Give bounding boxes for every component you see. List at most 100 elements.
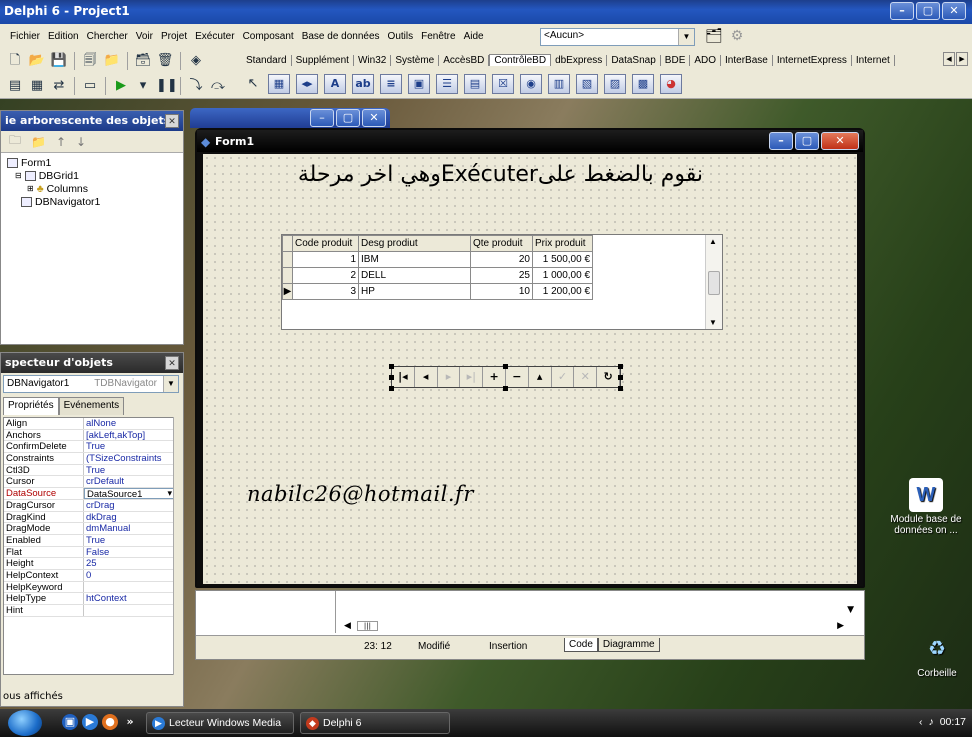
menu-composant[interactable]: Composant: [239, 31, 298, 42]
menu-executer[interactable]: Exécuter: [191, 31, 238, 42]
property-value[interactable]: alNone: [84, 418, 174, 429]
menu-fenetre[interactable]: Fenêtre: [417, 31, 459, 42]
property-row[interactable]: DragMode dmManual: [4, 523, 174, 535]
property-value[interactable]: dmManual: [84, 523, 174, 534]
dbedit-component-icon[interactable]: ab: [352, 74, 374, 94]
desktop-icon-module[interactable]: W Module base de données on ...: [882, 478, 970, 536]
cell-desg[interactable]: HP: [358, 283, 471, 300]
property-row[interactable]: DragCursor crDrag: [4, 499, 174, 512]
dbcombobox-component-icon[interactable]: ▤: [464, 74, 486, 94]
close-icon[interactable]: ✕: [165, 114, 179, 128]
menu-voir[interactable]: Voir: [132, 31, 157, 42]
cell-code[interactable]: 3: [292, 283, 359, 300]
property-row[interactable]: Align alNone: [4, 418, 174, 430]
property-row[interactable]: HelpType htContext: [4, 593, 174, 605]
firefox-icon[interactable]: ●: [102, 714, 118, 730]
property-value[interactable]: [84, 582, 174, 593]
tree-node-dbnavigator1[interactable]: DBNavigator1: [7, 195, 177, 208]
grid-header-qte[interactable]: Qte produit: [470, 235, 533, 252]
nav-post-button[interactable]: ✓: [552, 367, 575, 387]
property-row[interactable]: Anchors [akLeft,akTop]: [4, 429, 174, 442]
tab-code[interactable]: Code: [564, 638, 598, 652]
cell-code[interactable]: 1: [292, 251, 359, 268]
maximize-button[interactable]: ▢: [336, 109, 360, 127]
more-quicklaunch-icon[interactable]: »: [122, 714, 138, 730]
delete-icon[interactable]: 🗀: [9, 131, 21, 152]
property-row[interactable]: HelpContext 0: [4, 569, 174, 582]
pause-icon[interactable]: ❚❚: [156, 77, 178, 95]
tab-bde[interactable]: BDE: [661, 54, 691, 66]
selection-handle[interactable]: [618, 375, 623, 380]
cell-desg[interactable]: DELL: [358, 267, 471, 284]
tab-datasnap[interactable]: DataSnap: [607, 54, 661, 66]
property-value[interactable]: DataSource1: [84, 488, 174, 499]
expand-icon[interactable]: ⊞: [27, 184, 34, 193]
property-value[interactable]: dkDrag: [84, 512, 174, 523]
view-form-icon[interactable]: ▦: [28, 77, 46, 95]
property-row[interactable]: Constraints (TSizeConstraints: [4, 453, 174, 465]
add-item-icon[interactable]: 📁: [31, 135, 46, 149]
step-over-icon[interactable]: ⤼: [209, 77, 227, 95]
chevron-down-icon[interactable]: ▼: [163, 376, 178, 392]
nav-refresh-button[interactable]: ↻: [597, 367, 620, 387]
chevron-down-icon[interactable]: ▼: [678, 29, 694, 45]
desktop-icon-recycle-bin[interactable]: ♻ Corbeille: [906, 632, 968, 679]
tab-scroll-right-icon[interactable]: ▶: [956, 52, 968, 66]
clock[interactable]: 00:17: [940, 716, 966, 728]
cell-desg[interactable]: IBM: [358, 251, 471, 268]
dbnavigator-component-icon[interactable]: ◂▸: [296, 74, 318, 94]
new-form-icon[interactable]: ▭: [81, 77, 99, 95]
tab-dbexpress[interactable]: dbExpress: [551, 54, 608, 66]
run-dropdown-icon[interactable]: ▾: [134, 77, 152, 95]
scroll-thumb[interactable]: [708, 271, 720, 295]
save-all-icon[interactable]: 🗐: [81, 52, 99, 70]
scroll-left-icon[interactable]: ◀: [344, 621, 351, 631]
cell-qte[interactable]: 20: [470, 251, 533, 268]
nav-first-button[interactable]: |◂: [392, 367, 415, 387]
menu-projet[interactable]: Projet: [157, 31, 191, 42]
open-project-icon[interactable]: 📁: [103, 52, 121, 70]
start-button[interactable]: [8, 710, 42, 736]
dbctrlgrid-component-icon[interactable]: ▩: [632, 74, 654, 94]
selection-handle[interactable]: [389, 386, 394, 391]
nav-edit-button[interactable]: ▴: [529, 367, 552, 387]
property-value[interactable]: True: [84, 465, 174, 476]
property-value[interactable]: [84, 605, 174, 616]
close-button[interactable]: ✕: [362, 109, 386, 127]
tab-scroll-left-icon[interactable]: ◀: [943, 52, 955, 66]
save-desktop-icon[interactable]: 🗂: [705, 27, 723, 45]
property-row[interactable]: Hint: [4, 605, 174, 617]
selection-handle[interactable]: [618, 364, 623, 369]
close-icon[interactable]: ✕: [165, 356, 179, 370]
property-value[interactable]: crDrag: [84, 500, 174, 511]
tab-proprietes[interactable]: Propriétés: [3, 397, 59, 415]
tab-win32[interactable]: Win32: [354, 54, 392, 66]
tab-evenements[interactable]: Evénements: [58, 397, 125, 415]
component-selector[interactable]: DBNavigator1 TDBNavigator ▼: [3, 375, 179, 393]
menu-fichier[interactable]: Fichier: [6, 31, 44, 42]
tab-accesbd[interactable]: AccèsBD: [439, 54, 490, 66]
property-value[interactable]: htContext: [84, 593, 174, 604]
move-up-icon[interactable]: ↑: [56, 135, 66, 149]
maximize-button[interactable]: ▢: [795, 132, 819, 150]
nav-cancel-button[interactable]: ✕: [574, 367, 598, 387]
property-value[interactable]: (TSizeConstraints: [84, 453, 174, 464]
media-player-icon[interactable]: ▶: [82, 714, 98, 730]
property-row[interactable]: Cursor crDefault: [4, 476, 174, 489]
toggle-form-unit-icon[interactable]: ⇄: [50, 77, 68, 95]
pointer-icon[interactable]: ↖: [244, 75, 262, 93]
selection-handle[interactable]: [503, 364, 508, 369]
nav-last-button[interactable]: ▸|: [460, 367, 484, 387]
tab-diagramme[interactable]: Diagramme: [597, 638, 660, 652]
dbtext-component-icon[interactable]: A: [324, 74, 346, 94]
dbradiogroup-component-icon[interactable]: ◉: [520, 74, 542, 94]
new-icon[interactable]: 🗋: [6, 52, 24, 70]
nav-insert-button[interactable]: +: [483, 367, 506, 387]
cell-qte[interactable]: 10: [470, 283, 533, 300]
selection-handle[interactable]: [389, 375, 394, 380]
grid-vertical-scrollbar[interactable]: ▲ ▼: [705, 235, 722, 329]
cell-qte[interactable]: 25: [470, 267, 533, 284]
menu-edition[interactable]: Edition: [44, 31, 83, 42]
nav-next-button[interactable]: ▸: [438, 367, 461, 387]
tab-internet[interactable]: Internet: [852, 54, 895, 66]
